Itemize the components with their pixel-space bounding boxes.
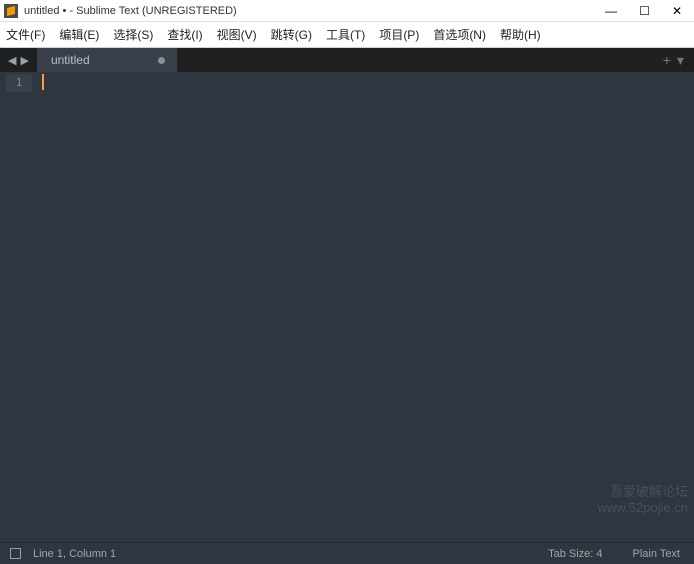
sublime-icon (4, 4, 18, 18)
status-syntax[interactable]: Plain Text (633, 548, 681, 560)
dirty-indicator-icon (158, 57, 165, 64)
menu-file[interactable]: 文件(F) (6, 26, 45, 43)
line-number: 1 (6, 74, 32, 92)
tab-nav: ◀ ▶ (0, 48, 37, 72)
gutter: 1 (0, 72, 38, 542)
menu-help[interactable]: 帮助(H) (500, 26, 541, 43)
nav-forward-icon[interactable]: ▶ (20, 54, 28, 67)
nav-back-icon[interactable]: ◀ (8, 54, 16, 67)
menu-select[interactable]: 选择(S) (113, 26, 153, 43)
menu-view[interactable]: 视图(V) (217, 26, 257, 43)
menu-project[interactable]: 项目(P) (379, 26, 419, 43)
editor-content[interactable] (38, 72, 694, 542)
status-tab-size[interactable]: Tab Size: 4 (548, 548, 602, 560)
menu-preferences[interactable]: 首选项(N) (433, 26, 486, 43)
window-title: untitled • - Sublime Text (UNREGISTERED) (24, 5, 605, 17)
menu-goto[interactable]: 跳转(G) (271, 26, 312, 43)
tab-menu-icon[interactable]: ▾ (677, 52, 684, 69)
tab-actions: + ▾ (653, 48, 694, 72)
cursor-caret (42, 74, 44, 90)
tab-filler (177, 48, 653, 72)
maximize-button[interactable]: ☐ (639, 4, 650, 18)
close-button[interactable]: ✕ (672, 4, 682, 18)
menu-find[interactable]: 查找(I) (167, 26, 202, 43)
statusbar: Line 1, Column 1 Tab Size: 4 Plain Text (0, 542, 694, 564)
menu-edit[interactable]: 编辑(E) (59, 26, 99, 43)
tab-untitled[interactable]: untitled (37, 48, 177, 72)
new-tab-icon[interactable]: + (663, 52, 671, 68)
minimize-button[interactable]: — (605, 4, 617, 18)
menubar: 文件(F) 编辑(E) 选择(S) 查找(I) 视图(V) 跳转(G) 工具(T… (0, 22, 694, 48)
tab-label: untitled (51, 53, 90, 67)
panel-switcher-icon[interactable] (10, 548, 21, 559)
tabbar: ◀ ▶ untitled + ▾ (0, 48, 694, 72)
status-position[interactable]: Line 1, Column 1 (33, 548, 548, 560)
menu-tools[interactable]: 工具(T) (326, 26, 365, 43)
window-controls: — ☐ ✕ (605, 4, 690, 18)
editor-area: 1 吾爱破解论坛 www.52pojie.cn (0, 72, 694, 542)
titlebar: untitled • - Sublime Text (UNREGISTERED)… (0, 0, 694, 22)
